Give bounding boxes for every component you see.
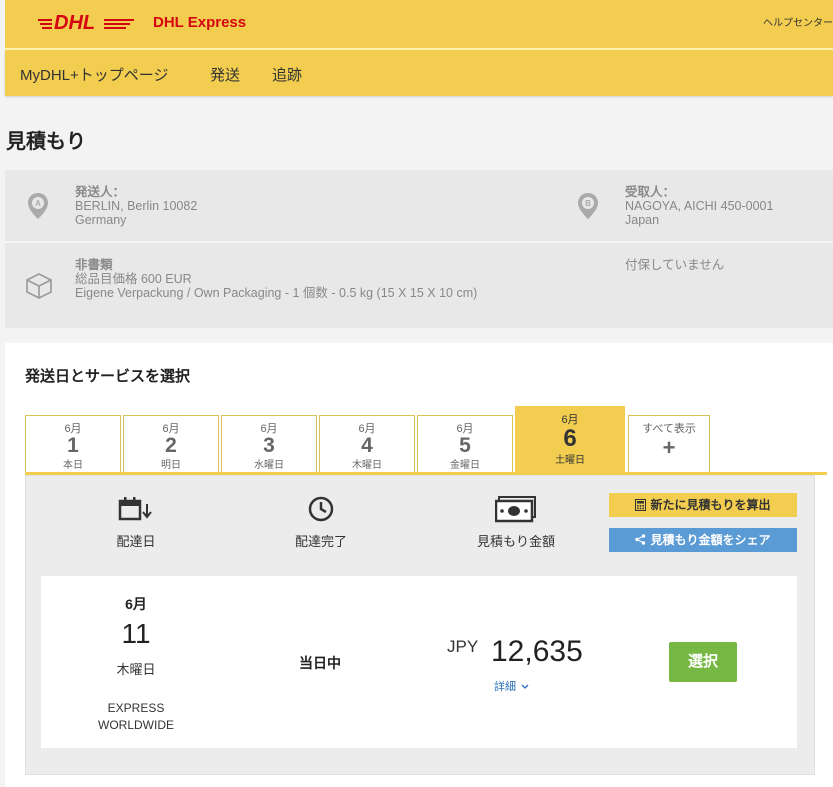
delivery-date-label: 配達日 <box>116 534 156 549</box>
select-button[interactable]: 選択 <box>669 642 737 682</box>
tab-weekday: 木曜日 <box>352 460 382 471</box>
tab-weekday: 本日 <box>63 460 83 471</box>
brand-name: DHL Express <box>153 14 247 31</box>
destination-label: 受取人： <box>625 185 676 199</box>
card-title: 発送日とサービスを選択 <box>25 368 191 385</box>
box-icon <box>25 272 53 304</box>
insurance-status: 付保していません <box>625 258 725 272</box>
destination-block: 受取人： NAGOYA, AICHI 450-0001 Japan <box>625 185 773 227</box>
shipment-type: 非書類 <box>75 258 113 272</box>
date-tab-2[interactable]: 6月 2 明日 <box>123 415 219 473</box>
tab-day: 3 <box>263 434 275 457</box>
tab-weekday: 金曜日 <box>450 460 480 471</box>
service-selection-card: 発送日とサービスを選択 6月 1 本日 6月 2 明日 6月 3 水曜日 6月 … <box>5 343 833 787</box>
tab-weekday: 明日 <box>161 460 181 471</box>
share-icon <box>635 529 646 553</box>
main-nav: MyDHL+トップページ 発送 追跡 <box>5 50 833 96</box>
result-amount: 12,635 <box>491 635 583 668</box>
quote-amount-label: 見積もり金額 <box>476 534 555 549</box>
nav-item-mydhl-top[interactable]: MyDHL+トップページ <box>20 64 168 85</box>
show-all-label: すべて表示 <box>642 423 696 435</box>
quote-amount-header: 見積もり金額 <box>466 496 566 550</box>
shipment-details: 非書類 総品目価格 600 EUR Eigene Verpackung / Ow… <box>75 258 515 300</box>
details-label: 詳細 <box>494 681 516 693</box>
money-icon <box>466 496 566 527</box>
date-tab-4[interactable]: 6月 4 木曜日 <box>319 415 415 473</box>
shipment-summary: A 発送人： BERLIN, Berlin 10082 Germany B 受取… <box>5 170 833 328</box>
delivery-complete-header: 配達完了 <box>281 496 361 550</box>
date-tab-6-active[interactable]: 6月 6 土曜日 <box>515 406 625 473</box>
share-quote-button[interactable]: 見積もり金額をシェア <box>609 528 797 552</box>
origin-label: 発送人： <box>75 185 126 199</box>
date-tab-1[interactable]: 6月 1 本日 <box>25 415 121 473</box>
result-delivery-time: 当日中 <box>299 655 341 671</box>
result-currency: JPY <box>447 637 479 656</box>
result-month: 6月 <box>125 596 147 612</box>
date-tab-5[interactable]: 6月 5 金曜日 <box>417 415 513 473</box>
svg-text:B: B <box>585 199 591 208</box>
result-weekday: 木曜日 <box>116 662 156 677</box>
help-center-link[interactable]: ヘルプセンター <box>763 14 833 29</box>
tab-weekday: 水曜日 <box>254 460 284 471</box>
clock-icon <box>281 496 361 525</box>
map-pin-a-icon: A <box>27 192 49 224</box>
result-service: EXPRESS WORLDWIDE <box>41 700 231 734</box>
tab-day: 5 <box>459 434 471 457</box>
dhl-logo[interactable]: DHL <box>38 12 138 36</box>
shipment-packaging: Eigene Verpackung / Own Packaging - 1 個数… <box>75 286 478 300</box>
new-quote-label: 新たに見積もりを算出 <box>650 498 771 512</box>
destination-country: Japan <box>625 213 660 227</box>
delivery-complete-label: 配達完了 <box>294 534 347 549</box>
show-all-tab[interactable]: すべて表示 + <box>628 415 710 473</box>
results-panel: 配達日 配達完了 見積もり金額 新たに見積もりを算出 見積もり金額をシェア 6月 <box>25 475 815 775</box>
date-tab-3[interactable]: 6月 3 水曜日 <box>221 415 317 473</box>
shipment-value: 総品目価格 600 EUR <box>75 272 192 286</box>
tab-weekday: 土曜日 <box>555 455 585 466</box>
summary-divider <box>5 241 833 243</box>
origin-city: BERLIN, Berlin 10082 <box>75 199 198 213</box>
plus-icon: + <box>662 435 676 460</box>
calculator-icon <box>635 495 647 519</box>
result-day: 11 <box>121 618 151 649</box>
destination-city: NAGOYA, AICHI 450-0001 <box>625 199 774 213</box>
new-quote-button[interactable]: 新たに見積もりを算出 <box>609 493 797 517</box>
nav-item-track[interactable]: 追跡 <box>272 64 302 85</box>
share-quote-label: 見積もり金額をシェア <box>650 533 771 547</box>
top-bar: DHL DHL Express ヘルプセンター <box>5 0 833 50</box>
origin-country: Germany <box>75 213 127 227</box>
svg-text:DHL: DHL <box>54 12 95 32</box>
origin-block: 発送人： BERLIN, Berlin 10082 Germany <box>75 185 197 227</box>
tab-day: 1 <box>67 434 79 457</box>
tab-day: 6 <box>563 425 577 452</box>
calendar-icon <box>96 496 176 525</box>
nav-item-ship[interactable]: 発送 <box>210 64 240 85</box>
svg-text:A: A <box>35 199 41 208</box>
tab-day: 4 <box>361 434 373 457</box>
tab-day: 2 <box>165 434 177 457</box>
details-link[interactable]: 詳細 <box>494 678 529 694</box>
service-name: EXPRESS WORLDWIDE <box>98 701 174 732</box>
chevron-down-icon <box>521 680 529 692</box>
map-pin-b-icon: B <box>577 192 599 224</box>
page-title: 見積もり <box>6 131 86 153</box>
delivery-date-header: 配達日 <box>96 496 176 550</box>
quote-result-row: 6月 11 木曜日 EXPRESS WORLDWIDE 当日中 JPY 12,6… <box>41 576 797 748</box>
